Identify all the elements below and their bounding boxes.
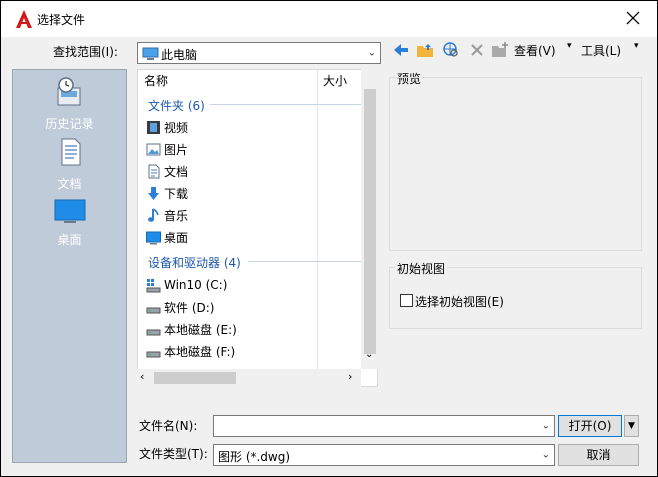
column-header-name[interactable]: 名称 — [144, 70, 168, 92]
download-arrow-icon — [148, 186, 159, 200]
filename-input[interactable]: ⌄ — [213, 415, 555, 437]
file-list[interactable]: 名称 ^ 大小 文件夹 (6) 视频 图片 文档 下载 音乐 桌面 设备和驱动器… — [137, 69, 378, 387]
group-divider — [248, 261, 362, 262]
up-folder-icon[interactable] — [416, 41, 434, 59]
document-icon — [148, 164, 160, 178]
list-item-label: 文档 — [164, 164, 189, 179]
tools-dropdown-arrow-icon[interactable]: ▾ — [634, 41, 639, 51]
sidebar-item-desktop[interactable]: 桌面 — [13, 198, 126, 248]
filetype-value: 图形 (*.dwg) — [218, 450, 291, 464]
list-item-drive-d[interactable]: 软件 (D:) — [146, 297, 214, 317]
back-arrow-icon[interactable] — [392, 41, 410, 59]
list-item-label: 本地磁盘 (F:) — [164, 344, 236, 359]
scrollbar-thumb[interactable] — [154, 372, 236, 384]
windows-drive-icon — [146, 278, 161, 292]
list-item-label: 音乐 — [164, 208, 189, 223]
scroll-down-icon[interactable]: ⌄ — [365, 349, 373, 360]
list-item-drive-f[interactable]: 本地磁盘 (F:) — [146, 341, 235, 361]
open-options-dropdown-icon[interactable]: ▼ — [624, 415, 639, 437]
new-folder-icon[interactable] — [491, 41, 509, 59]
vertical-scrollbar[interactable]: ⌄ — [361, 69, 378, 369]
horizontal-scrollbar[interactable]: ‹ › — [137, 369, 361, 387]
list-item-label: Win10 (C:) — [164, 278, 228, 292]
open-button-label: 打开(O) — [568, 419, 612, 433]
computer-icon — [142, 47, 159, 60]
title-bar: 选择文件 — [1, 1, 657, 37]
initial-view-label: 初始视图 — [395, 260, 448, 277]
list-item-desktop[interactable]: 桌面 — [146, 227, 188, 247]
delete-icon[interactable] — [468, 41, 486, 59]
initial-view-checkbox-label[interactable]: 选择初始视图(E) — [415, 293, 504, 310]
views-dropdown-arrow-icon[interactable]: ▾ — [567, 41, 572, 51]
list-item-downloads[interactable]: 下载 — [146, 183, 188, 203]
lookin-dropdown[interactable]: 此电脑 ⌄ — [137, 42, 381, 64]
sidebar-item-documents[interactable]: 文档 — [13, 136, 126, 192]
column-header-size[interactable]: 大小 — [323, 70, 347, 92]
video-icon — [147, 120, 160, 134]
documents-icon — [61, 138, 80, 166]
list-item-music[interactable]: 音乐 — [146, 205, 188, 225]
chevron-down-icon: ⌄ — [541, 449, 550, 461]
list-item-drive-c[interactable]: Win10 (C:) — [146, 275, 227, 295]
list-item-label: 图片 — [164, 142, 189, 157]
list-item-videos[interactable]: 视频 — [146, 117, 188, 137]
drive-icon — [146, 307, 161, 313]
group-folders[interactable]: 文件夹 (6) — [148, 97, 205, 114]
initial-view-checkbox[interactable] — [400, 294, 413, 307]
sidebar-item-label: 历史记录 — [45, 117, 94, 131]
history-icon — [57, 77, 80, 106]
pictures-icon — [146, 143, 161, 155]
select-file-dialog: 选择文件 查找范围(I): 此电脑 ⌄ 查看(V) ▾ 工具(L) ▾ 历史记录… — [0, 0, 658, 477]
scroll-left-icon[interactable]: ‹ — [140, 370, 144, 383]
scroll-right-icon[interactable]: › — [348, 370, 352, 383]
group-drives[interactable]: 设备和驱动器 (4) — [148, 254, 241, 271]
views-menu[interactable]: 查看(V) — [514, 42, 556, 59]
column-divider — [317, 70, 318, 386]
list-item-label: 视频 — [164, 120, 189, 135]
sort-up-icon: ^ — [223, 69, 232, 77]
scrollbar-thumb[interactable] — [364, 89, 376, 354]
open-button[interactable]: 打开(O) — [558, 415, 622, 437]
desktop-icon — [146, 231, 161, 244]
list-item-documents[interactable]: 文档 — [146, 161, 188, 181]
cancel-button-label: 取消 — [586, 448, 611, 462]
lookin-label: 查找范围(I): — [53, 45, 118, 59]
autocad-logo-icon — [16, 10, 32, 28]
sidebar-item-label: 文档 — [57, 177, 82, 191]
lookin-value: 此电脑 — [161, 48, 198, 62]
search-web-icon[interactable] — [442, 41, 460, 59]
music-note-icon — [148, 207, 159, 222]
filename-label: 文件名(N): — [139, 419, 198, 433]
filetype-dropdown[interactable]: 图形 (*.dwg) ⌄ — [213, 444, 555, 466]
sidebar-item-history[interactable]: 历史记录 — [13, 76, 126, 132]
tools-menu[interactable]: 工具(L) — [581, 42, 621, 59]
cancel-button[interactable]: 取消 — [558, 444, 639, 466]
preview-panel — [389, 77, 642, 251]
sidebar-item-label: 桌面 — [57, 233, 82, 247]
drive-icon — [146, 329, 161, 335]
filetype-label: 文件类型(T): — [139, 447, 208, 461]
places-sidebar: 历史记录 文档 桌面 — [12, 69, 127, 463]
list-item-label: 桌面 — [164, 230, 189, 245]
close-icon[interactable] — [623, 8, 643, 28]
drive-icon — [146, 351, 161, 357]
list-item-label: 本地磁盘 (E:) — [164, 322, 237, 337]
chevron-down-icon[interactable]: ⌄ — [542, 421, 550, 432]
desktop-icon — [54, 199, 85, 223]
window-title: 选择文件 — [37, 13, 86, 27]
list-item-drive-e[interactable]: 本地磁盘 (E:) — [146, 319, 237, 339]
list-item-label: 下载 — [164, 186, 189, 201]
list-item-pictures[interactable]: 图片 — [146, 139, 188, 159]
list-item-label: 软件 (D:) — [164, 300, 215, 315]
group-divider — [210, 104, 362, 105]
chevron-down-icon: ⌄ — [367, 47, 376, 59]
